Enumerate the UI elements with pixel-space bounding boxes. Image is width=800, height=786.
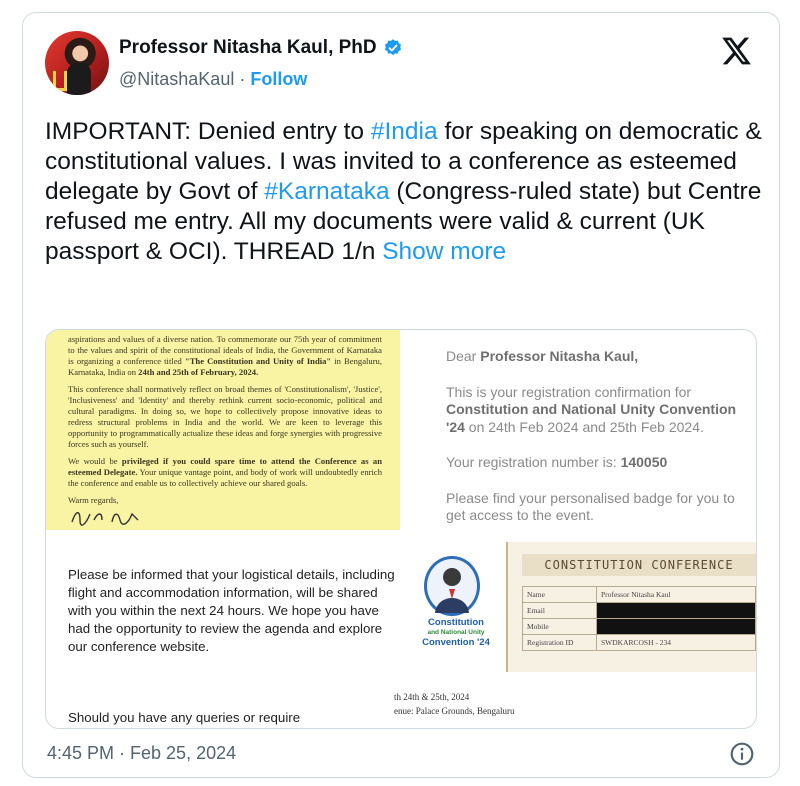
letter-paragraph: We would be privileged if you could spar… xyxy=(68,456,382,489)
tweet-media-image[interactable]: aspirations and values of a diverse nati… xyxy=(45,329,757,729)
badge-row: Mobile xyxy=(522,618,756,635)
info-icon[interactable] xyxy=(729,741,755,767)
badge-row: Email xyxy=(522,602,756,619)
signature-icon xyxy=(71,512,139,526)
event-venue: enue: Palace Grounds, Bengaluru xyxy=(394,706,515,716)
ambedkar-portrait-icon xyxy=(424,556,480,616)
letter-text: "The Constitution and Unity of India" xyxy=(184,356,332,366)
event-dates: th 24th & 25th, 2024 xyxy=(394,692,470,702)
badge-title: CONSTITUTION CONFERENCE xyxy=(522,554,756,576)
hashtag-india-link[interactable]: #India xyxy=(371,118,438,145)
redacted-value xyxy=(596,602,756,619)
badge-key: Email xyxy=(522,602,597,619)
follow-button[interactable]: Follow xyxy=(250,69,307,89)
logistics-notice: Please be informed that your logistical … xyxy=(68,567,395,654)
avatar-chair xyxy=(53,71,67,91)
redacted-value xyxy=(596,618,756,635)
badge-key: Registration ID xyxy=(522,634,597,651)
letter-paragraph: aspirations and values of a diverse nati… xyxy=(68,334,382,378)
email-recipient: Professor Nitasha Kaul, xyxy=(480,348,639,364)
letter-text: We would be xyxy=(68,456,122,466)
badge-value: Professor Nitasha Kaul xyxy=(596,586,756,603)
badge-key: Mobile xyxy=(522,618,597,635)
author-name[interactable]: Professor Nitasha Kaul, PhD xyxy=(119,37,377,59)
email-registration-number: Your registration number is: 140050 xyxy=(446,454,746,472)
event-info: th 24th & 25th, 2024 enue: Palace Ground… xyxy=(394,690,514,718)
badge-row: Name Professor Nitasha Kaul xyxy=(522,586,756,603)
tweet-text-part: IMPORTANT: Denied entry to xyxy=(45,118,371,145)
badge-details-table: Name Professor Nitasha Kaul Email Mobile… xyxy=(522,586,756,651)
author-handle-row: @NitashaKaul · Follow xyxy=(119,69,307,90)
invitation-letter: aspirations and values of a diverse nati… xyxy=(46,330,400,530)
registration-email: Dear Professor Nitasha Kaul, This is you… xyxy=(446,348,746,543)
verified-badge-icon xyxy=(384,39,401,56)
email-text: on 24th Feb 2024 and 25th Feb 2024. xyxy=(464,418,704,435)
email-text: Dear xyxy=(446,348,481,364)
author-name-row[interactable]: Professor Nitasha Kaul, PhD xyxy=(119,37,403,59)
conference-badge: CONSTITUTION CONFERENCE Name Professor N… xyxy=(506,542,756,672)
letter-closing: Warm regards, xyxy=(68,495,119,505)
convention-logo: Constitution and National Unity Conventi… xyxy=(416,556,506,656)
letter-text: 24th and 25th of February, 2024. xyxy=(138,367,259,377)
email-text: Your registration number is: xyxy=(446,454,621,470)
email-confirmation: This is your registration confirmation f… xyxy=(446,384,746,437)
author-handle[interactable]: @NitashaKaul xyxy=(119,69,234,89)
avatar-figure xyxy=(67,63,91,95)
registration-number: 140050 xyxy=(620,454,668,470)
logo-line: Constitution xyxy=(428,617,484,628)
badge-row: Registration ID SWDKARCOSH - 234 xyxy=(522,634,756,651)
letter-paragraph: This conference shall normatively reflec… xyxy=(68,384,382,449)
show-more-link[interactable]: Show more xyxy=(382,238,506,265)
tweet-timestamp[interactable]: 4:45 PM · Feb 25, 2024 xyxy=(47,743,236,764)
convention-logo-text: Constitution and National Unity Conventi… xyxy=(416,618,496,648)
email-greeting: Dear Professor Nitasha Kaul, xyxy=(446,348,746,366)
badge-key: Name xyxy=(522,586,597,603)
tweet-text: IMPORTANT: Denied entry to #India for sp… xyxy=(45,117,765,267)
email-text: This is your registration confirmation f… xyxy=(446,383,692,400)
tweet-card: Professor Nitasha Kaul, PhD @NitashaKaul… xyxy=(22,12,780,778)
logo-line: Convention '24 xyxy=(422,637,490,648)
avatar[interactable] xyxy=(45,31,109,95)
queries-text: Should you have any queries or require xyxy=(68,710,301,725)
separator-dot: · xyxy=(239,69,246,89)
hashtag-karnataka-link[interactable]: #Karnataka xyxy=(264,178,389,205)
badge-value: SWDKARCOSH - 234 xyxy=(596,634,756,651)
email-badge-note: Please find your personalised badge for … xyxy=(446,489,735,524)
x-logo-icon[interactable] xyxy=(721,35,753,67)
